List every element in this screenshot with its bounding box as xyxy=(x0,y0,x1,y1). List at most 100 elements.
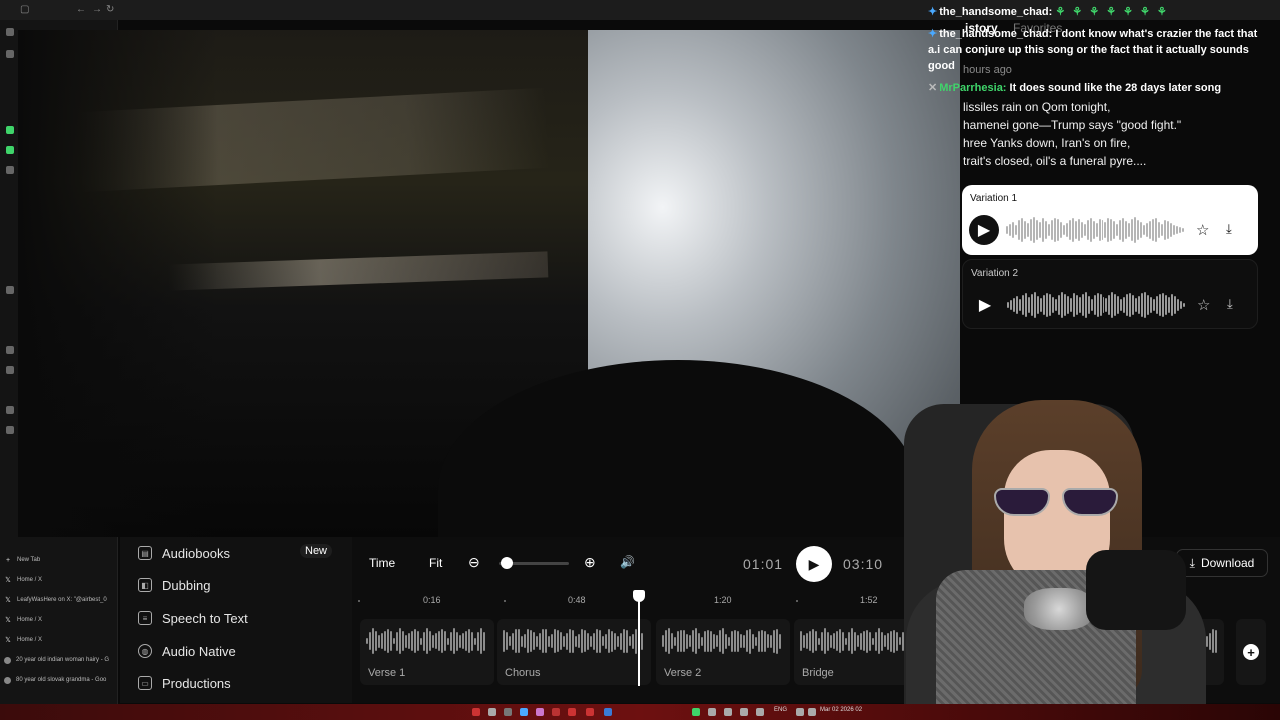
play-button[interactable]: ▶ xyxy=(796,546,832,582)
zoom-slider-handle[interactable] xyxy=(500,557,513,569)
waveform-bar xyxy=(827,631,829,651)
browser-tab[interactable]: 20 year old indian woman hairy - G xyxy=(4,652,116,668)
download-icon[interactable]: ⤓ xyxy=(1227,296,1233,312)
browser-tab[interactable]: 𝕏 Home / X xyxy=(4,612,116,628)
play-icon[interactable]: ▶ xyxy=(970,290,1000,320)
waveform-bar xyxy=(776,628,778,654)
ruler-tick: 1:20 xyxy=(714,595,732,605)
waveform-bar xyxy=(1038,222,1041,238)
playhead[interactable] xyxy=(638,592,640,686)
waveform-bar xyxy=(812,629,814,653)
variation-card-2[interactable]: Variation 2 ▶ ☆ ⤓ xyxy=(962,259,1258,329)
variation-card-1[interactable]: Variation 1 ▶ ☆ ⤓ xyxy=(962,185,1258,255)
taskbar-app-icon[interactable] xyxy=(568,708,576,716)
zoom-in-icon[interactable]: ⊕ xyxy=(584,554,596,571)
reload-icon[interactable]: ↻ xyxy=(106,4,114,15)
tab-icon[interactable] xyxy=(6,426,14,434)
track-segment[interactable]: Verse 1 xyxy=(360,619,494,685)
taskbar-app-icon[interactable] xyxy=(536,708,544,716)
taskbar-app-icon[interactable] xyxy=(504,708,512,716)
browser-tab[interactable]: + New Tab xyxy=(4,552,116,568)
waveform-bar xyxy=(1045,293,1048,317)
waveform-bar xyxy=(1056,219,1059,241)
variation-waveform[interactable] xyxy=(1006,215,1185,245)
browser-tab[interactable]: 80 year old slovak grandma - Goo xyxy=(4,672,116,688)
time-button[interactable]: Time xyxy=(369,556,395,570)
add-segment-button[interactable]: + xyxy=(1236,619,1266,685)
waveform-bar xyxy=(1123,297,1126,313)
tab-icon[interactable] xyxy=(6,366,14,374)
waveform-bar xyxy=(773,629,775,653)
zoom-out-icon[interactable]: ⊖ xyxy=(468,554,480,571)
fit-button[interactable]: Fit xyxy=(429,556,442,570)
download-icon[interactable]: ⤓ xyxy=(1226,221,1232,237)
tray-icon[interactable] xyxy=(708,708,716,716)
playhead-handle[interactable] xyxy=(633,590,645,602)
tray-icon[interactable] xyxy=(724,708,732,716)
variation-waveform[interactable] xyxy=(1007,290,1186,320)
track-segment[interactable]: Verse 2 xyxy=(656,619,790,685)
productions-icon: ▭ xyxy=(138,676,152,690)
forward-icon[interactable]: → xyxy=(92,4,102,15)
tab-icon[interactable] xyxy=(6,126,14,134)
waveform-bar xyxy=(1168,297,1171,313)
tab-icon[interactable] xyxy=(6,286,14,294)
waveform-bar xyxy=(1021,295,1024,315)
play-icon[interactable]: ▶ xyxy=(969,215,999,245)
waveform-bar xyxy=(1054,299,1057,311)
taskbar-app-icon[interactable] xyxy=(488,708,496,716)
waveform-bar xyxy=(587,632,589,650)
lyrics-text: lissiles rain on Qom tonight, hamenei go… xyxy=(963,98,1273,170)
volume-icon[interactable]: 🔊 xyxy=(620,555,635,569)
tab-icon[interactable] xyxy=(6,28,14,36)
nav-item-audio-native[interactable]: ◍ Audio Native xyxy=(138,641,236,661)
tab-icon[interactable] xyxy=(6,166,14,174)
language-indicator[interactable]: ENG xyxy=(774,707,787,713)
nav-item-dubbing[interactable]: ◧ Dubbing xyxy=(138,575,210,595)
tray-icon[interactable] xyxy=(756,708,764,716)
browser-tab[interactable]: 𝕏 LeafyWasHere on X: "@airbest_0 xyxy=(4,592,116,608)
taskbar-app-icon[interactable] xyxy=(520,708,528,716)
taskbar-app-icon[interactable] xyxy=(586,708,594,716)
waveform-bar xyxy=(1135,298,1138,312)
taskbar-app-icon[interactable] xyxy=(604,708,612,716)
waveform-bar xyxy=(1134,217,1137,243)
start-icon[interactable] xyxy=(472,708,480,716)
waveform-bar xyxy=(1144,292,1147,318)
waveform-bar xyxy=(734,630,736,652)
clock[interactable]: Mar 02 2026 02 xyxy=(820,707,862,713)
browser-tab[interactable]: 𝕏 Home / X xyxy=(4,632,116,648)
waveform-bar xyxy=(1078,297,1081,313)
chat-message-continued: good xyxy=(928,59,955,74)
back-icon[interactable]: ← xyxy=(76,4,86,15)
waveform-bar xyxy=(1032,217,1035,243)
volume-icon[interactable] xyxy=(808,708,816,716)
tab-icon[interactable] xyxy=(6,406,14,414)
nav-item-speech-to-text[interactable]: ≡ Speech to Text xyxy=(138,608,248,628)
tray-icon[interactable] xyxy=(740,708,748,716)
track-segment[interactable]: Chorus xyxy=(497,619,651,685)
nav-item-productions[interactable]: ▭ Productions xyxy=(138,673,231,693)
tray-icon[interactable] xyxy=(692,708,700,716)
waveform-bar xyxy=(405,634,407,648)
waveform-bar xyxy=(1099,294,1102,316)
network-icon[interactable] xyxy=(796,708,804,716)
waveform-bar xyxy=(483,631,485,651)
waveform-bar xyxy=(1036,296,1039,314)
tab-icon[interactable] xyxy=(6,50,14,58)
waveform-bar xyxy=(1060,292,1063,318)
star-icon[interactable]: ☆ xyxy=(1196,221,1209,239)
waveform-bar xyxy=(818,637,820,645)
waveform-bar xyxy=(722,628,724,654)
sidebar-toggle-icon[interactable]: ▢ xyxy=(20,4,29,15)
waveform-bar xyxy=(1069,298,1072,312)
taskbar-app-icon[interactable] xyxy=(552,708,560,716)
browser-tab[interactable]: 𝕏 Home / X xyxy=(4,572,116,588)
nav-item-audiobooks[interactable]: ▤ Audiobooks xyxy=(138,543,230,563)
star-icon[interactable]: ☆ xyxy=(1197,296,1210,314)
waveform-bar xyxy=(698,633,700,649)
tab-icon[interactable] xyxy=(6,146,14,154)
tab-icon[interactable] xyxy=(6,346,14,354)
waveform-bar xyxy=(1086,220,1089,240)
waveform-bar xyxy=(1051,297,1054,313)
